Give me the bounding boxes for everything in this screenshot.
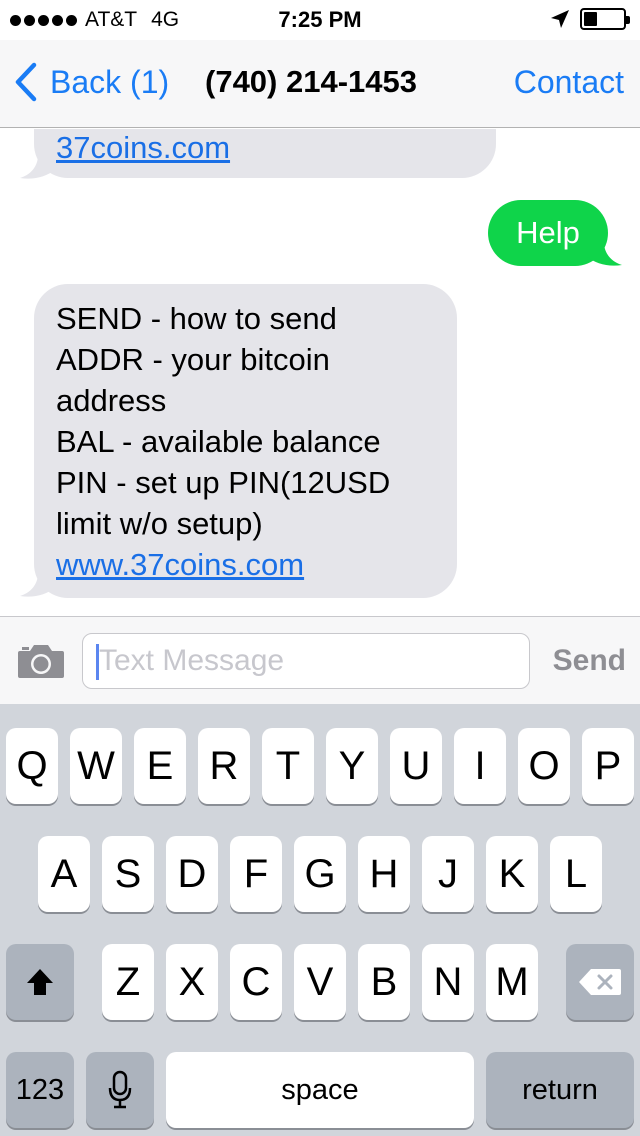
- message-line: ADDR - your bitcoin: [56, 342, 330, 377]
- camera-icon[interactable]: [16, 643, 66, 679]
- backspace-icon: [579, 969, 621, 995]
- navigation-bar: Back (1) (740) 214-1453 Contact: [0, 40, 640, 128]
- incoming-message: SEND - how to send ADDR - your bitcoin a…: [34, 284, 457, 598]
- dictation-key[interactable]: [86, 1052, 154, 1128]
- back-button[interactable]: Back (1): [14, 62, 169, 102]
- backspace-key[interactable]: [566, 944, 634, 1020]
- message-input-bar: Text Message Send: [0, 616, 640, 704]
- conversation-title: (740) 214-1453: [205, 64, 417, 99]
- shift-key[interactable]: [6, 944, 74, 1020]
- outgoing-message-text: Help: [516, 215, 580, 250]
- key-x[interactable]: X: [166, 944, 218, 1020]
- key-v[interactable]: V: [294, 944, 346, 1020]
- space-key[interactable]: space: [166, 1052, 474, 1128]
- key-f[interactable]: F: [230, 836, 282, 912]
- send-button[interactable]: Send: [553, 644, 626, 678]
- contact-button[interactable]: Contact: [514, 64, 624, 101]
- key-s[interactable]: S: [102, 836, 154, 912]
- microphone-icon: [108, 1070, 132, 1109]
- key-c[interactable]: C: [230, 944, 282, 1020]
- message-placeholder: Text Message: [99, 644, 285, 677]
- message-line: limit w/o setup): [56, 506, 263, 541]
- key-m[interactable]: M: [486, 944, 538, 1020]
- key-w[interactable]: W: [70, 728, 122, 804]
- battery-level: [584, 12, 598, 26]
- status-bar: AT&T 4G 7:25 PM: [0, 0, 640, 40]
- incoming-message: 37coins.com: [34, 129, 496, 178]
- key-j[interactable]: J: [422, 836, 474, 912]
- key-o[interactable]: O: [518, 728, 570, 804]
- key-i[interactable]: I: [454, 728, 506, 804]
- key-p[interactable]: P: [582, 728, 634, 804]
- key-l[interactable]: L: [550, 836, 602, 912]
- text-cursor: [96, 644, 99, 680]
- status-time: 7:25 PM: [278, 7, 362, 32]
- key-g[interactable]: G: [294, 836, 346, 912]
- message-link[interactable]: 37coins.com: [56, 130, 230, 165]
- return-key[interactable]: return: [486, 1052, 634, 1128]
- chevron-left-icon: [15, 62, 37, 102]
- bubble-tail: [20, 155, 56, 179]
- message-line: SEND - how to send: [56, 301, 337, 336]
- key-z[interactable]: Z: [102, 944, 154, 1020]
- key-n[interactable]: N: [422, 944, 474, 1020]
- numbers-key[interactable]: 123: [6, 1052, 74, 1128]
- key-e[interactable]: E: [134, 728, 186, 804]
- key-u[interactable]: U: [390, 728, 442, 804]
- shift-icon: [27, 969, 53, 995]
- key-d[interactable]: D: [166, 836, 218, 912]
- bubble-tail: [20, 573, 56, 597]
- location-arrow-icon: [551, 10, 569, 28]
- key-k[interactable]: K: [486, 836, 538, 912]
- message-line: address: [56, 383, 167, 418]
- key-r[interactable]: R: [198, 728, 250, 804]
- message-link[interactable]: www.37coins.com: [56, 547, 304, 582]
- bubble-tail: [586, 242, 622, 266]
- status-right: [550, 8, 630, 30]
- key-a[interactable]: A: [38, 836, 90, 912]
- message-list[interactable]: 37coins.com Help SEND - how to send ADDR…: [0, 129, 640, 616]
- key-b[interactable]: B: [358, 944, 410, 1020]
- message-text-input[interactable]: Text Message: [82, 633, 530, 689]
- keyboard: Q W E R T Y U I O P A S D F G H J K L Z …: [0, 704, 640, 1136]
- message-line: BAL - available balance: [56, 424, 381, 459]
- key-h[interactable]: H: [358, 836, 410, 912]
- key-q[interactable]: Q: [6, 728, 58, 804]
- message-line: PIN - set up PIN(12USD: [56, 465, 391, 500]
- back-label: Back (1): [50, 63, 170, 100]
- key-t[interactable]: T: [262, 728, 314, 804]
- key-y[interactable]: Y: [326, 728, 378, 804]
- battery-icon: [580, 8, 630, 30]
